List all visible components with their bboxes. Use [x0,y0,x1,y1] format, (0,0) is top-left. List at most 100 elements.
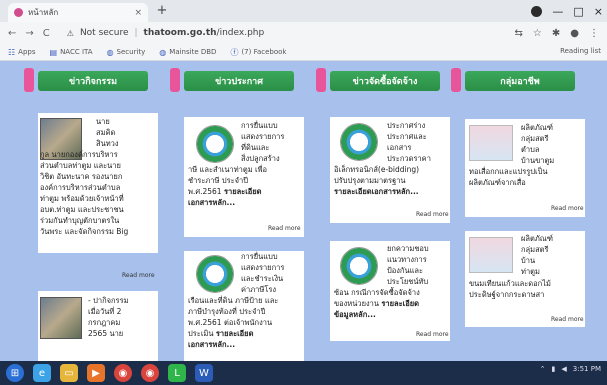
volume-icon[interactable]: ◀ [561,365,566,373]
url-separator: | [134,28,138,38]
procurement-text-long: อิเล็กทรอนิกส์(e-bidding) ปรับปรุงตามมาตร… [334,164,452,197]
product-photo[interactable] [469,237,513,273]
system-tray: ⌃ ▮ ◀ 3:51 PM [540,365,601,373]
announcement-text-long: เรือนและที่ดิน ภาษีป้าย และ ภาษีบำรุงท้อง… [188,295,306,350]
section-title[interactable]: ข่าวจัดซื้อจัดจ้าง [330,71,440,91]
procurement-text-short: ยกความชอบ แนวทางการ ป้องกันและ ประโยชน์ทับ [387,244,429,286]
url-domain: thatoom.go.th [143,28,217,38]
url-bar[interactable]: ⚠ Not secure | thatoom.go.th/index.php [59,25,506,41]
pin-decoration [170,68,180,92]
bookmark-security[interactable]: ◍ Security [107,48,146,57]
tab-home[interactable]: หน้าหลัก × [8,3,148,22]
organization-logo [340,247,378,285]
column-procurement: ข่าวจัดซื้อจัดจ้าง ประกาศร่าง ประกาศและ เอ… [316,65,450,361]
tray-arrow-icon[interactable]: ⌃ [540,365,546,373]
site-favicon [14,8,23,17]
product-photo[interactable] [469,125,513,161]
profile-icon[interactable] [531,5,543,17]
procurement-card[interactable]: ประกาศร่าง ประกาศและ เอกสาร ประกวดราคา อิเล… [330,117,450,223]
section-header: กลุ่มอาชีพ [451,68,585,92]
line-icon[interactable]: L [168,364,186,382]
word-icon[interactable]: W [195,364,213,382]
procurement-text-short: ประกาศร่าง ประกาศและ เอกสาร ประกวดราคา [387,121,431,163]
windows-taskbar: ⊞ e ▭ ▶ ◉ ◉ L W ⌃ ▮ ◀ 3:51 PM [0,361,607,385]
chrome-icon[interactable]: ◉ [141,364,159,382]
announcement-text-short: การยื่นแบบ แสดงรายการ และชำระเงิน ค่าภาษีโร… [241,252,285,294]
procurement-card[interactable]: ยกความชอบ แนวทางการ ป้องกันและ ประโยชน์ทับ … [330,241,450,341]
detail-link[interactable]: เอกสารหลัก... [188,339,306,350]
network-icon[interactable]: ▮ [552,365,556,373]
announcement-card[interactable]: การยื่นแบบ แสดงรายการ และชำระเงิน ค่าภาษีโร… [184,251,304,361]
bookmark-star-icon[interactable]: ☆ [533,28,542,39]
bookmark-facebook[interactable]: ⓕ (7) Facebook [230,47,286,58]
pin-decoration [24,68,34,92]
account-icon[interactable]: ● [570,28,579,39]
column-career-groups: กลุ่มอาชีพ ผลิตภัณฑ์ กลุ่มสตรี ตำบล บ้านขาต… [451,65,585,361]
bookmark-label: Security [116,48,146,56]
reading-list[interactable]: Reading list [560,47,601,55]
window-close-button[interactable]: × [594,5,603,18]
translate-icon[interactable]: ⇆ [515,28,523,39]
bookmark-label: (7) Facebook [241,48,287,56]
news-text-short: นาย สมคิด สินทวง [96,117,119,148]
detail-link[interactable]: รายละเอียด [224,187,262,196]
read-more-link[interactable]: Read more [268,225,301,232]
detail-link[interactable]: รายละเอียดเอกสารหลัก... [334,186,452,197]
menu-icon[interactable]: ⋮ [589,28,599,39]
bookmark-mainsite[interactable]: ◍ Mainsite DBD [159,48,216,57]
chrome-icon[interactable]: ◉ [114,364,132,382]
news-card[interactable]: นาย สมคิด สินทวง กูล นายกองค์การบริหาร ส่วน… [38,113,158,253]
bookmark-apps[interactable]: ☷ Apps [8,48,36,57]
back-button[interactable]: ← [8,28,16,39]
section-title[interactable]: กลุ่มอาชีพ [465,71,575,91]
news-photo[interactable] [40,297,82,339]
announcement-text-short: การยื่นแบบ แสดงรายการ ที่ดินและ สิ่งปลูกสร้… [241,121,285,163]
extensions-icon[interactable]: ✱ [552,28,560,39]
procurement-text-long: ซ้อน กรณีการจัดซื้อจัดจ้าง ของหน่วยงาน ร… [334,287,452,320]
product-text-short: ผลิตภัณฑ์ กลุ่มสตรี บ้าน ท่าตูม [521,234,553,276]
start-icon[interactable]: ⊞ [6,364,24,382]
reload-button[interactable]: C [43,28,50,39]
pin-decoration [451,68,461,92]
read-more-link[interactable]: Read more [551,316,584,323]
read-more-link[interactable]: Read more [416,211,449,218]
forward-button[interactable]: → [25,28,33,39]
read-more-link[interactable]: Read more [122,272,155,279]
detail-link[interactable]: ข้อมูลหลัก... [334,309,452,320]
read-more-link[interactable]: Read more [416,331,449,338]
detail-link[interactable]: รายละเอียด [216,329,254,338]
folder-icon[interactable]: ▭ [60,364,78,382]
read-more-link[interactable]: Read more [551,205,584,212]
news-text-long: กูล นายกองค์การบริหาร ส่วนตำบลท่าตูม และน… [40,150,129,236]
product-card[interactable]: ผลิตภัณฑ์ กลุ่มสตรี บ้าน ท่าตูม ขนมเทียนแก้… [465,231,585,327]
announcement-card[interactable]: การยื่นแบบ แสดงรายการ ที่ดินและ สิ่งปลูกสร้… [184,117,304,237]
clock[interactable]: 3:51 PM [573,365,601,373]
organization-logo [196,125,234,163]
media-player-icon[interactable]: ▶ [87,364,105,382]
product-text-short: ผลิตภัณฑ์ กลุ่มสตรี ตำบล บ้านขาตูม [521,123,555,165]
edge-icon[interactable]: e [33,364,51,382]
detail-link[interactable]: รายละเอียด [381,299,419,308]
bookmark-label: Mainsite DBD [169,48,217,56]
apps-grid-icon: ☷ [8,47,16,57]
new-tab-button[interactable]: + [154,4,170,18]
news-card[interactable]: - ปากิจกรรม เมื่อวันที่ 2 กรกฎาคม 2565 นาย [38,291,158,361]
bookmark-label: NACC ITA [60,48,93,56]
maximize-button[interactable]: □ [573,5,583,18]
address-toolbar: ← → C ⚠ Not secure | thatoom.go.th/index… [0,22,607,44]
section-title[interactable]: ข่าวกิจกรรม [38,71,148,91]
toolbar-actions: ⇆ ☆ ✱ ● ⋮ [515,28,599,39]
globe-icon: ◍ [106,47,114,57]
section-title[interactable]: ข่าวประกาศ [184,71,294,91]
bookmarks-bar: ☷ Apps ▤ NACC ITA ◍ Security ◍ Mainsite DBD … [0,44,607,61]
browser-tab-strip: หน้าหลัก × + — □ × [0,0,607,22]
security-label[interactable]: Not secure [80,28,129,38]
minimize-button[interactable]: — [552,5,563,18]
bookmark-nacc[interactable]: ▤ NACC ITA [50,48,93,57]
tab-close-button[interactable]: × [134,8,142,18]
product-card[interactable]: ผลิตภัณฑ์ กลุ่มสตรี ตำบล บ้านขาตูม ทอเสื่อก… [465,119,585,217]
detail-link[interactable]: เอกสารหลัก... [188,197,306,208]
column-announcements: ข่าวประกาศ การยื่นแบบ แสดงรายการ ที่ดินและ… [170,65,304,361]
organization-logo [340,123,378,161]
column-activity-news: ข่าวกิจกรรม นาย สมคิด สินทวง กูล นายกองค์ก… [24,65,158,361]
